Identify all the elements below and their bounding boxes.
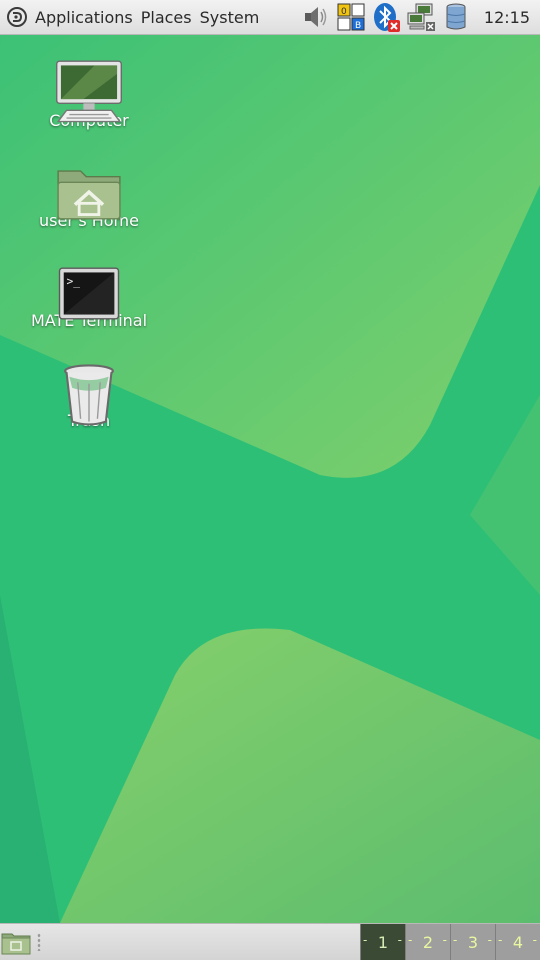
workspace-label: 2 bbox=[422, 932, 434, 952]
menu-applications[interactable]: Applications bbox=[31, 0, 137, 35]
volume-icon[interactable] bbox=[301, 2, 331, 32]
show-desktop-icon bbox=[1, 933, 31, 955]
bottom-panel: -1- -2- -3- -4- bbox=[0, 923, 540, 960]
network-icon[interactable] bbox=[406, 2, 436, 32]
mate-logo-icon[interactable] bbox=[6, 6, 28, 28]
workspace-4[interactable]: -4- bbox=[495, 924, 540, 960]
desktop-icon-terminal[interactable]: >_ MATE Terminal bbox=[14, 257, 164, 330]
menu-places[interactable]: Places bbox=[137, 0, 196, 35]
workspace-2[interactable]: -2- bbox=[405, 924, 450, 960]
workspace-label: 3 bbox=[467, 932, 479, 952]
clock[interactable]: 12:15 bbox=[484, 8, 530, 27]
desktop-background[interactable]: Computer user's Home >_ bbox=[0, 35, 540, 923]
workspace-label: 1 bbox=[377, 932, 389, 952]
svg-text:>_: >_ bbox=[67, 275, 81, 288]
desktop-icon-computer[interactable]: Computer bbox=[14, 57, 164, 130]
top-panel: Applications Places System 0 B 12:15 bbox=[0, 0, 540, 35]
menu-system[interactable]: System bbox=[196, 0, 264, 35]
svg-text:0: 0 bbox=[341, 7, 347, 17]
workspace-label: 4 bbox=[512, 932, 524, 952]
desktop-icon-home[interactable]: user's Home bbox=[14, 157, 164, 230]
workspace-3[interactable]: -3- bbox=[450, 924, 495, 960]
main-menu-bar: Applications Places System bbox=[0, 0, 263, 34]
keyboard-layout-icon[interactable]: 0 B bbox=[336, 2, 366, 32]
storage-icon[interactable] bbox=[441, 2, 471, 32]
home-folder-icon bbox=[57, 157, 121, 220]
panel-drag-handle[interactable] bbox=[37, 933, 41, 951]
desktop-icon-trash[interactable]: Trash bbox=[14, 357, 164, 430]
svg-text:B: B bbox=[355, 21, 361, 31]
workspace-switcher: -1- -2- -3- -4- bbox=[360, 924, 540, 960]
system-tray: 0 B 12:15 bbox=[301, 0, 540, 34]
computer-icon bbox=[56, 57, 122, 123]
show-desktop-button[interactable] bbox=[0, 928, 32, 956]
bluetooth-icon[interactable] bbox=[371, 2, 401, 32]
terminal-icon: >_ bbox=[58, 257, 120, 320]
workspace-1[interactable]: -1- bbox=[360, 924, 405, 960]
trash-icon bbox=[63, 357, 115, 426]
